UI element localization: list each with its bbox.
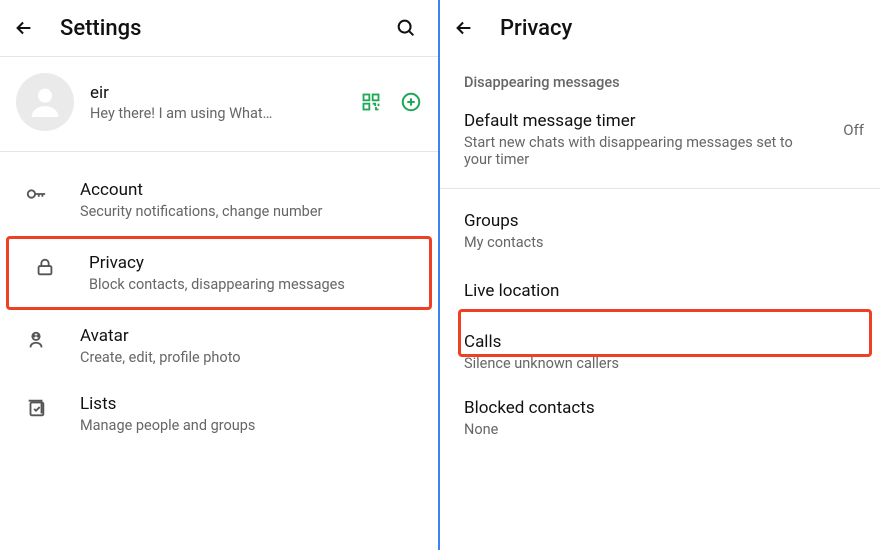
settings-item-avatar[interactable]: Avatar Create, edit, profile photo [0,312,438,380]
back-arrow-icon[interactable] [452,16,476,40]
profile-row[interactable]: eir Hey there! I am using What… [0,56,438,152]
settings-item-privacy[interactable]: Privacy Block contacts, disappearing mes… [6,236,432,310]
profile-status: Hey there! I am using What… [90,105,360,122]
p-title: Groups [464,211,864,231]
privacy-item-calls[interactable]: Calls Silence unknown callers [440,320,880,386]
item-title: Lists [80,394,422,414]
lock-icon [33,255,57,279]
qr-code-icon[interactable] [360,91,382,113]
add-icon[interactable] [400,91,422,113]
privacy-title: Privacy [500,16,868,41]
item-subtitle: Block contacts, disappearing messages [89,276,413,293]
privacy-item-live-location[interactable]: Live location [440,265,880,320]
p-subtitle: My contacts [464,234,794,251]
settings-panel: Settings eir Hey there! I am using What… [0,0,440,550]
settings-item-account[interactable]: Account Security notifications, change n… [0,166,438,234]
p-title: Calls [464,332,864,352]
timer-value: Off [843,121,864,139]
privacy-header: Privacy [440,0,880,56]
item-title: Account [80,180,422,200]
back-arrow-icon[interactable] [12,16,36,40]
p-subtitle: None [464,421,794,438]
section-disappearing: Disappearing messages [440,56,880,99]
privacy-panel: Privacy Disappearing messages Default me… [440,0,880,550]
avatar [16,73,74,131]
search-icon[interactable] [394,16,418,40]
privacy-item-blocked[interactable]: Blocked contacts None [440,386,880,452]
p-title: Live location [464,281,864,301]
item-subtitle: Manage people and groups [80,417,422,434]
settings-item-lists[interactable]: Lists Manage people and groups [0,380,438,448]
p-subtitle: Silence unknown callers [464,355,794,372]
settings-title: Settings [60,16,394,41]
profile-name: eir [90,83,360,103]
item-subtitle: Security notifications, change number [80,203,422,220]
key-icon [24,182,48,206]
item-subtitle: Create, edit, profile photo [80,349,422,366]
p-subtitle: Start new chats with disappearing messag… [464,134,794,168]
lists-icon [24,396,48,420]
p-title: Default message timer [464,111,827,131]
privacy-item-groups[interactable]: Groups My contacts [440,199,880,265]
item-title: Avatar [80,326,422,346]
p-title: Blocked contacts [464,398,864,418]
default-timer-item[interactable]: Default message timer Start new chats wi… [440,99,880,189]
profile-text: eir Hey there! I am using What… [90,83,360,122]
avatar-icon [24,328,48,352]
settings-header: Settings [0,0,438,56]
item-title: Privacy [89,253,413,273]
profile-actions [360,91,422,113]
